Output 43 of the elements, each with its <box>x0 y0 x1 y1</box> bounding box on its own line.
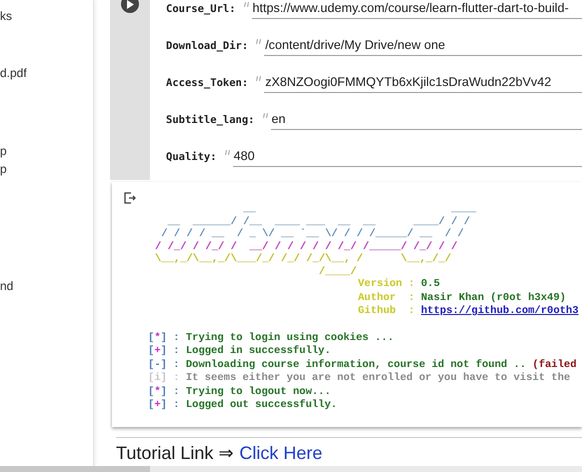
ascii-art-line: __ ______/ /__ ____ ___ __ __ ____/ / / <box>166 216 470 228</box>
field-label: Course_Url: <box>166 2 236 14</box>
ascii-art-line: __ ____ <box>242 203 476 216</box>
click-here-link[interactable]: Click Here <box>239 443 322 464</box>
log-line: [-] : Downloading course information, course id not found .. (failed <box>148 358 577 372</box>
github-link[interactable]: https://github.com/r0oth3 <box>421 305 579 318</box>
field-label: Quality: <box>166 150 217 162</box>
ascii-art-line: /____/ <box>318 266 357 278</box>
ascii-art-line: / / / / __ / _ \/ __ `__ \/ / / /_____/ __ / / <box>160 228 464 240</box>
info-label: Author : <box>358 292 416 305</box>
log-line: [+] : Logged out successfully. <box>148 399 338 412</box>
input-field[interactable]: /content/drive/My Drive/new one <box>264 36 582 56</box>
quote-icon <box>256 76 262 82</box>
info-value: 0.5 <box>421 278 440 292</box>
play-icon <box>126 0 134 8</box>
sidebar-item[interactable]: ks <box>0 9 12 23</box>
log-line: [*] : Trying to logout now... <box>148 386 331 399</box>
field-label: Subtitle_lang: <box>166 114 255 126</box>
info-label: Version : <box>358 278 416 292</box>
tutorial-label: Tutorial Link ⇒ <box>116 443 234 464</box>
ascii-art-line: \__,_/\__,_/\___/_/ /_/ /_/\__, / \__,_/_/ <box>155 253 452 266</box>
info-label: Github : <box>358 305 416 318</box>
sidebar-item[interactable]: p <box>0 162 7 176</box>
quote-icon <box>262 112 269 118</box>
info-value: Nasir Khan (r0ot h3x49) <box>421 292 566 305</box>
quote-icon <box>244 2 250 8</box>
sidebar-item[interactable]: d.pdf <box>0 66 27 80</box>
run-button[interactable] <box>121 0 139 13</box>
quote-icon <box>224 150 231 156</box>
field-label: Access_Token: <box>166 76 248 88</box>
quote-icon <box>256 38 262 44</box>
scrollbar-thumb[interactable] <box>0 466 150 472</box>
input-field[interactable]: zX8NZOogi0FMMQYTb6xKjilc1sDraWudn22bVv42 <box>264 72 582 92</box>
input-field[interactable]: en <box>270 110 582 130</box>
log-line: [+] : Logged in successfully. <box>148 345 331 358</box>
input-field[interactable]: 480 <box>232 146 582 166</box>
field-label: Download_Dir: <box>166 40 248 52</box>
output-icon <box>124 192 136 204</box>
sidebar-item[interactable]: nd <box>0 279 14 293</box>
log-line: [*] : Trying to login using cookies ... <box>148 332 394 345</box>
sidebar-item[interactable]: p <box>0 144 7 158</box>
input-field[interactable]: https://www.udemy.com/course/learn-flutter-dart-to-build- <box>252 0 582 18</box>
ascii-art-line: / /_/ / /_/ / __/ / / / / / /_/ /_____/ /_/ / / <box>155 240 458 253</box>
